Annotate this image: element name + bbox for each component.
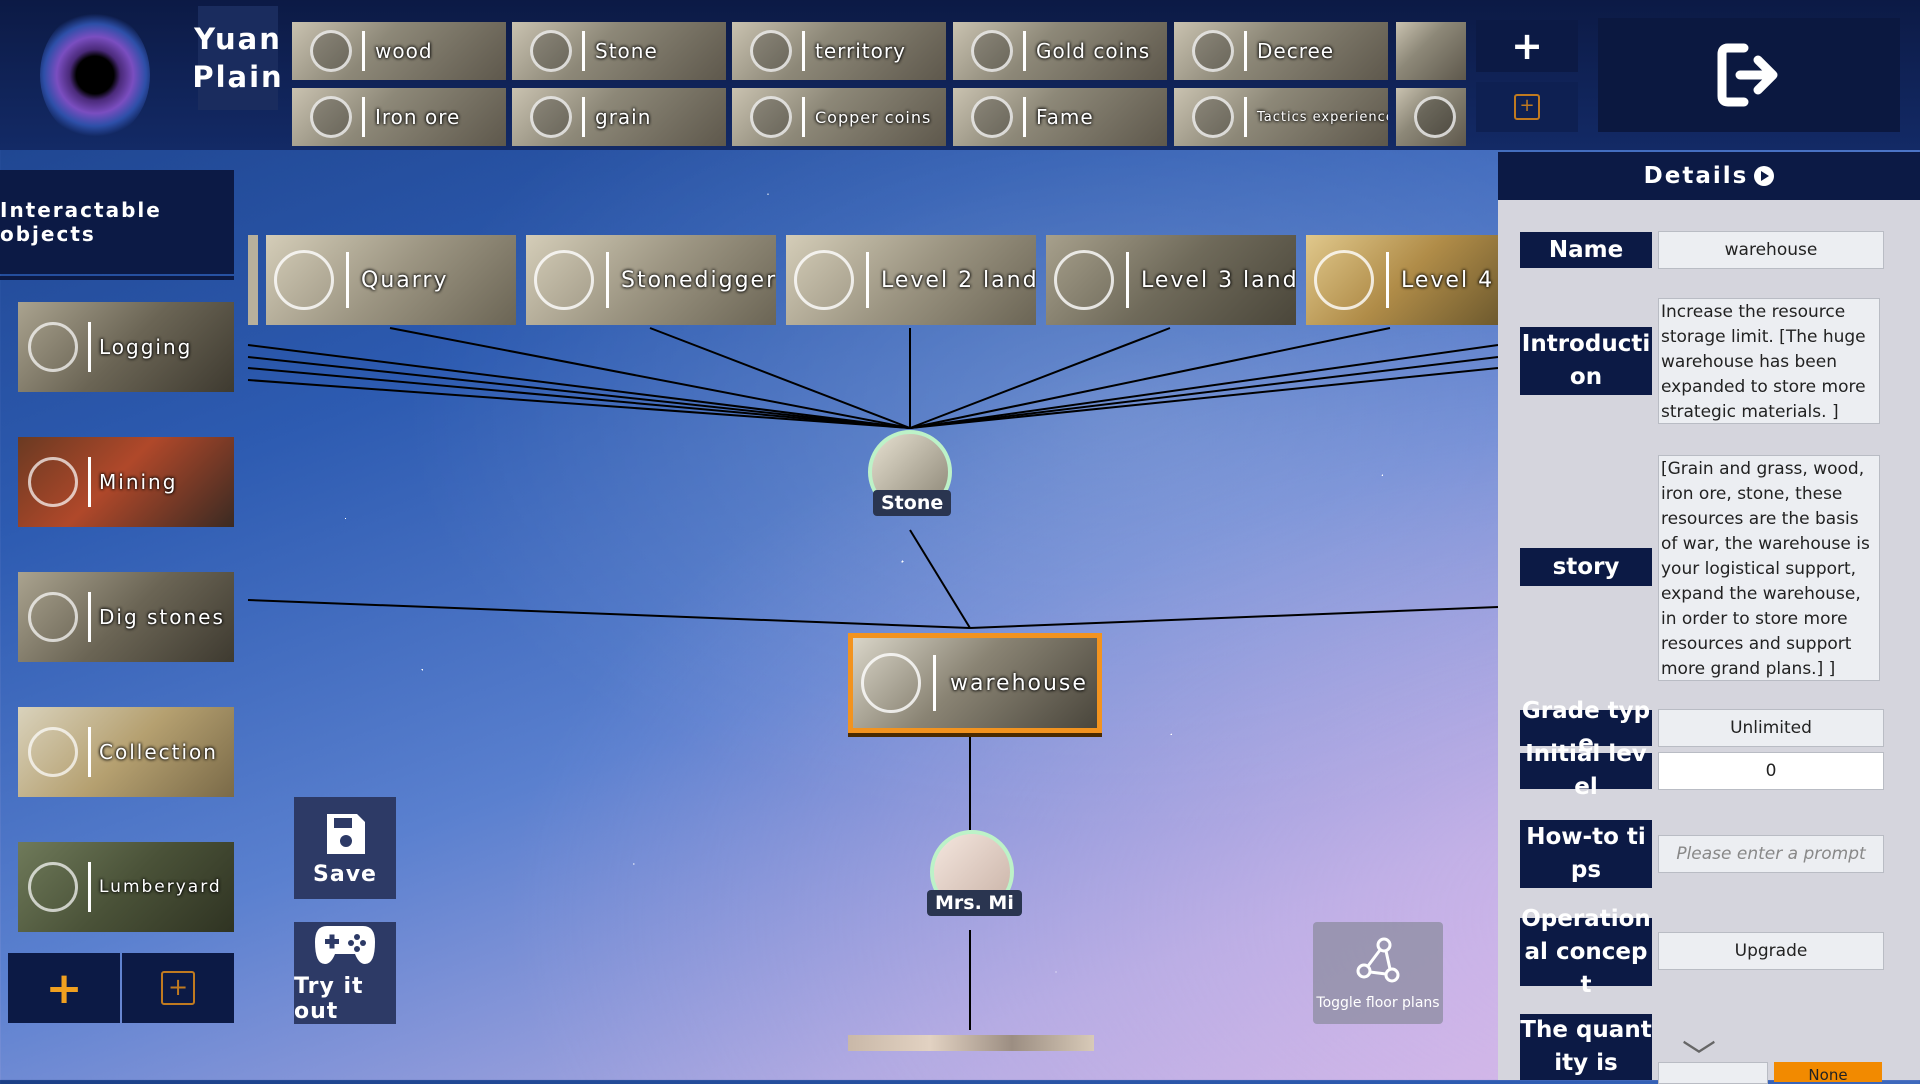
story-field[interactable]: [Grain and grass, wood, iron ore, stone,… — [1658, 455, 1880, 681]
quantity-none-button[interactable]: None — [1774, 1062, 1882, 1082]
operational-concept-label: Operational concept — [1520, 905, 1652, 998]
introduction-field[interactable]: Increase the resource storage limit. [Th… — [1658, 298, 1880, 424]
toggle-floor-plans-button[interactable]: Toggle floor plans — [1313, 922, 1443, 1024]
node-level-3-land[interactable]: Level 3 land — [1046, 235, 1296, 325]
node-bottom-partial[interactable] — [848, 1035, 1094, 1051]
chevron-down-icon[interactable]: ﹀ — [1682, 1041, 1716, 1075]
name-label: Name — [1520, 232, 1652, 268]
details-header[interactable]: Details — [1498, 152, 1920, 200]
plus-icon: + — [1511, 24, 1543, 68]
node-warehouse[interactable]: warehouse — [848, 633, 1102, 733]
try-it-out-button[interactable]: Try it out — [294, 922, 396, 1024]
level-2-land-icon — [794, 250, 854, 310]
share-nodes-icon — [1356, 937, 1400, 983]
how-to-tips-input[interactable]: Please enter a prompt — [1658, 835, 1884, 873]
gamepad-icon — [315, 926, 375, 964]
warehouse-icon — [861, 653, 921, 713]
introduction-label: Introduction — [1520, 327, 1652, 395]
level-3-land-icon — [1054, 250, 1114, 310]
details-panel: Details Name warehouse Introduction Incr… — [1498, 152, 1920, 1084]
grade-type-select[interactable]: Unlimited — [1658, 709, 1884, 747]
quantity-label: The quantity is — [1520, 1014, 1652, 1080]
exit-icon — [1717, 43, 1778, 107]
play-circle-icon — [1754, 166, 1775, 186]
connection-lines — [247, 327, 1499, 1030]
story-label: story — [1520, 548, 1652, 586]
node-stonedigger[interactable]: Stonedigger — [526, 235, 776, 325]
how-to-tips-label: How-to tips — [1520, 820, 1652, 888]
operational-concept-select[interactable]: Upgrade — [1658, 932, 1884, 970]
quarry-icon — [274, 250, 334, 310]
node-stone-label: Stone — [873, 490, 952, 516]
paste-icon: + — [1514, 94, 1540, 120]
save-icon — [327, 813, 365, 854]
level-4-icon — [1314, 250, 1374, 310]
name-field[interactable]: warehouse — [1658, 231, 1884, 269]
node-level-2-land[interactable]: Level 2 land — [786, 235, 1036, 325]
initial-level-label: Initial level — [1520, 741, 1652, 800]
exit-button[interactable] — [1598, 18, 1900, 132]
node-mrs-mi-label: Mrs. Mi — [927, 890, 1022, 916]
initial-level-input[interactable]: 0 — [1658, 752, 1884, 790]
save-button[interactable]: Save — [294, 797, 396, 899]
node-quarry[interactable]: Quarry — [266, 235, 516, 325]
stonedigger-icon — [534, 250, 594, 310]
node-level-4[interactable]: Level 4 — [1306, 235, 1498, 325]
